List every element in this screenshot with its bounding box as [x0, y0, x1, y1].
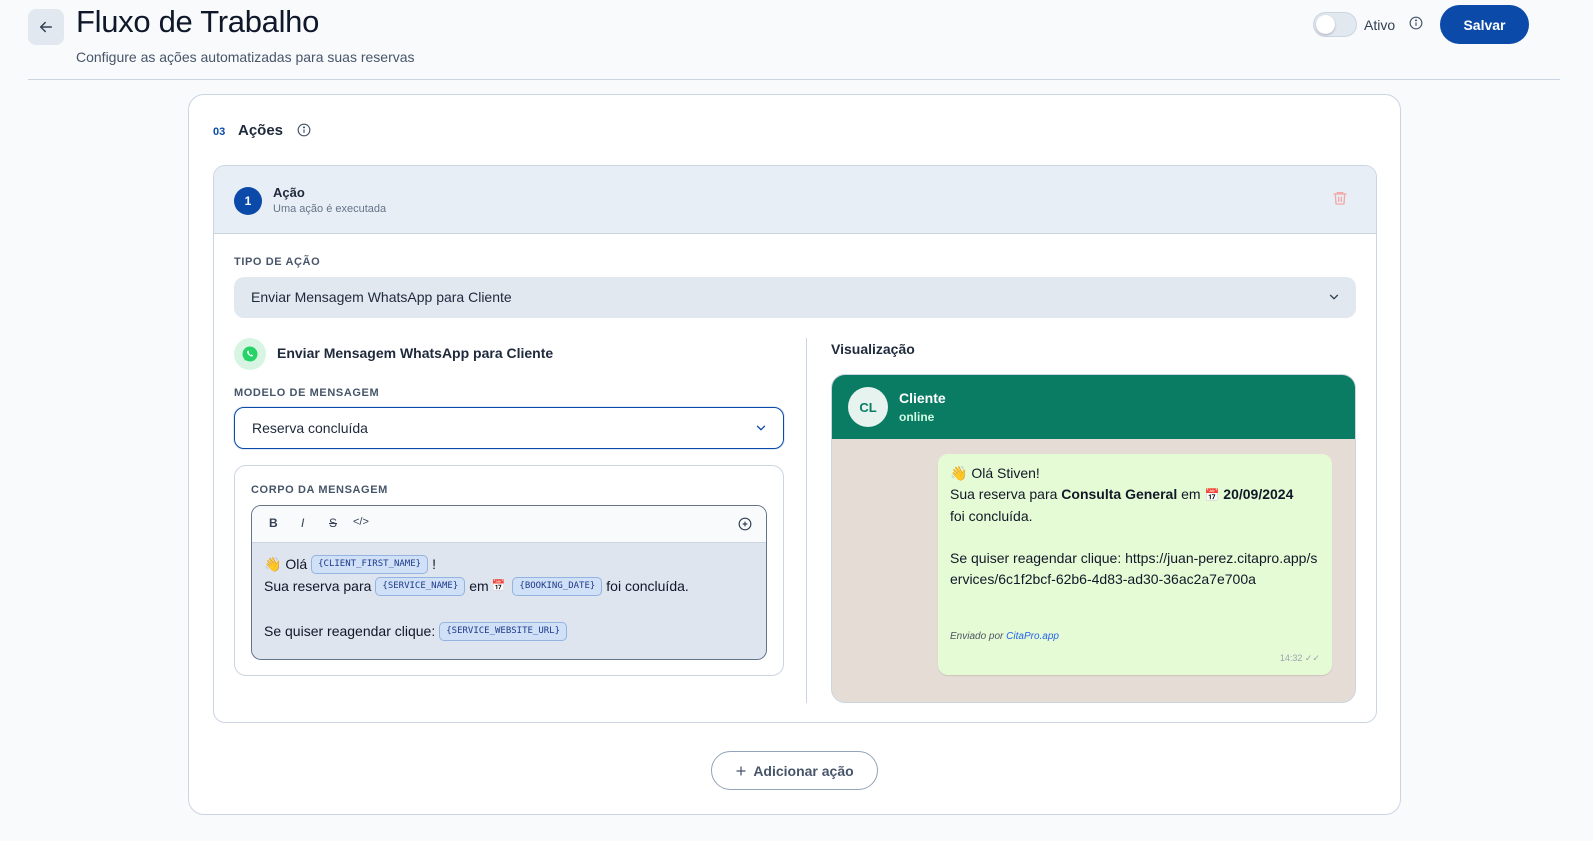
chevron-down-icon: [1329, 294, 1339, 300]
save-button[interactable]: Salvar: [1440, 5, 1529, 44]
section-number: 03: [213, 126, 226, 138]
template-label: MODELO DE MENSAGEM: [234, 387, 380, 399]
message-body-label: CORPO DA MENSAGEM: [251, 484, 388, 496]
message-reserva: Sua reserva para: [950, 486, 1058, 502]
template-value: Reserva concluída: [252, 420, 368, 436]
section-title: Ações: [238, 122, 284, 139]
toggle-knob: [1316, 15, 1335, 34]
footer-prefix: Enviado por: [950, 631, 1004, 642]
message-date: 20/09/2024: [1223, 486, 1294, 502]
whatsapp-icon: [234, 338, 266, 370]
message-body-box: CORPO DA MENSAGEM B I S </> 👋 Olá {CLIEN…: [234, 465, 784, 676]
variable-chip-service-website-url[interactable]: {SERVICE_WEBSITE_URL}: [439, 621, 568, 641]
back-button[interactable]: [28, 9, 64, 45]
editor-content[interactable]: 👋 Olá {CLIENT_FIRST_NAME} ! Sua reserva …: [264, 553, 689, 642]
code-button[interactable]: </>: [353, 516, 369, 528]
message-em: em: [1181, 486, 1201, 502]
editor-greeting: 👋 Olá: [264, 556, 308, 572]
message-greeting: 👋 Olá Stiven!: [950, 465, 1040, 481]
info-icon[interactable]: [1409, 16, 1423, 30]
editor-reagendar-text: Se quiser reagendar clique:: [264, 623, 436, 639]
contact-status: online: [899, 410, 935, 424]
whatsapp-preview: CL Cliente online 👋 Olá Stiven! Sua rese…: [831, 374, 1356, 703]
message-concluded: foi concluída.: [950, 508, 1033, 524]
bold-button[interactable]: B: [269, 516, 278, 530]
info-icon[interactable]: [297, 123, 311, 137]
template-select[interactable]: Reserva concluída: [234, 407, 784, 449]
chat-header: CL Cliente online: [832, 375, 1355, 439]
chevron-down-icon: [756, 425, 766, 431]
variable-chip-booking-date[interactable]: {BOOKING_DATE}: [512, 576, 603, 596]
step-badge: 1: [234, 187, 262, 215]
action-header: 1 Ação Uma ação é executada: [214, 166, 1376, 234]
message-bubble: 👋 Olá Stiven! Sua reserva para Consulta …: [938, 454, 1332, 675]
header-divider: [28, 79, 1560, 80]
channel-title: Enviar Mensagem WhatsApp para Cliente: [277, 345, 554, 361]
page-header: Fluxo de Trabalho Configure as ações aut…: [0, 0, 1593, 80]
citapro-link[interactable]: CitaPro.app: [1006, 631, 1059, 642]
action-type-value: Enviar Mensagem WhatsApp para Cliente: [251, 289, 512, 305]
message-editor[interactable]: B I S </> 👋 Olá {CLIENT_FIRST_NAME} ! Su…: [251, 505, 767, 660]
message-text: 👋 Olá Stiven! Sua reserva para Consulta …: [950, 463, 1320, 590]
trash-icon[interactable]: [1332, 190, 1348, 206]
action-title: Ação: [273, 185, 305, 200]
message-service: Consulta General: [1061, 486, 1178, 502]
page-subtitle: Configure as ações automatizadas para su…: [76, 49, 415, 65]
actions-card: 03 Ações 1 Ação Uma ação é executada TIP…: [188, 94, 1401, 815]
page-title: Fluxo de Trabalho: [76, 4, 320, 39]
contact-name: Cliente: [899, 390, 946, 406]
variable-chip-client-first-name[interactable]: {CLIENT_FIRST_NAME}: [311, 554, 429, 574]
arrow-left-icon: [40, 21, 52, 33]
editor-reserva-text: Sua reserva para: [264, 578, 372, 594]
add-action-label: Adicionar ação: [753, 762, 854, 779]
avatar: CL: [848, 387, 888, 427]
action-type-label: TIPO DE AÇÃO: [234, 256, 321, 268]
active-toggle-label: Ativo: [1364, 17, 1396, 33]
add-action-button[interactable]: Adicionar ação: [711, 751, 878, 790]
editor-concluded-text: foi concluída.: [606, 578, 689, 594]
strikethrough-button[interactable]: S: [329, 516, 337, 530]
calendar-icon: 📅: [1204, 488, 1220, 502]
message-time: 14:32 ✓✓: [1279, 653, 1320, 663]
plus-icon: [736, 765, 746, 776]
editor-exclamation: !: [432, 556, 436, 572]
italic-button[interactable]: I: [301, 516, 304, 530]
active-toggle[interactable]: [1313, 12, 1357, 37]
calendar-icon: 📅: [491, 580, 506, 592]
action-type-select[interactable]: Enviar Mensagem WhatsApp para Cliente: [234, 277, 1356, 318]
action-card: 1 Ação Uma ação é executada TIPO DE AÇÃO…: [213, 165, 1377, 723]
action-subtitle: Uma ação é executada: [273, 203, 387, 215]
editor-toolbar: B I S </>: [252, 506, 766, 543]
message-reagendar: Se quiser reagendar clique: https://juan…: [950, 550, 1318, 587]
add-variable-icon[interactable]: [738, 517, 752, 531]
message-footer: Enviado por CitaPro.app: [950, 631, 1059, 642]
preview-label: Visualização: [831, 341, 915, 357]
editor-em-text: em: [469, 578, 489, 594]
variable-chip-service-name[interactable]: {SERVICE_NAME}: [375, 576, 466, 596]
column-divider: [806, 338, 807, 703]
